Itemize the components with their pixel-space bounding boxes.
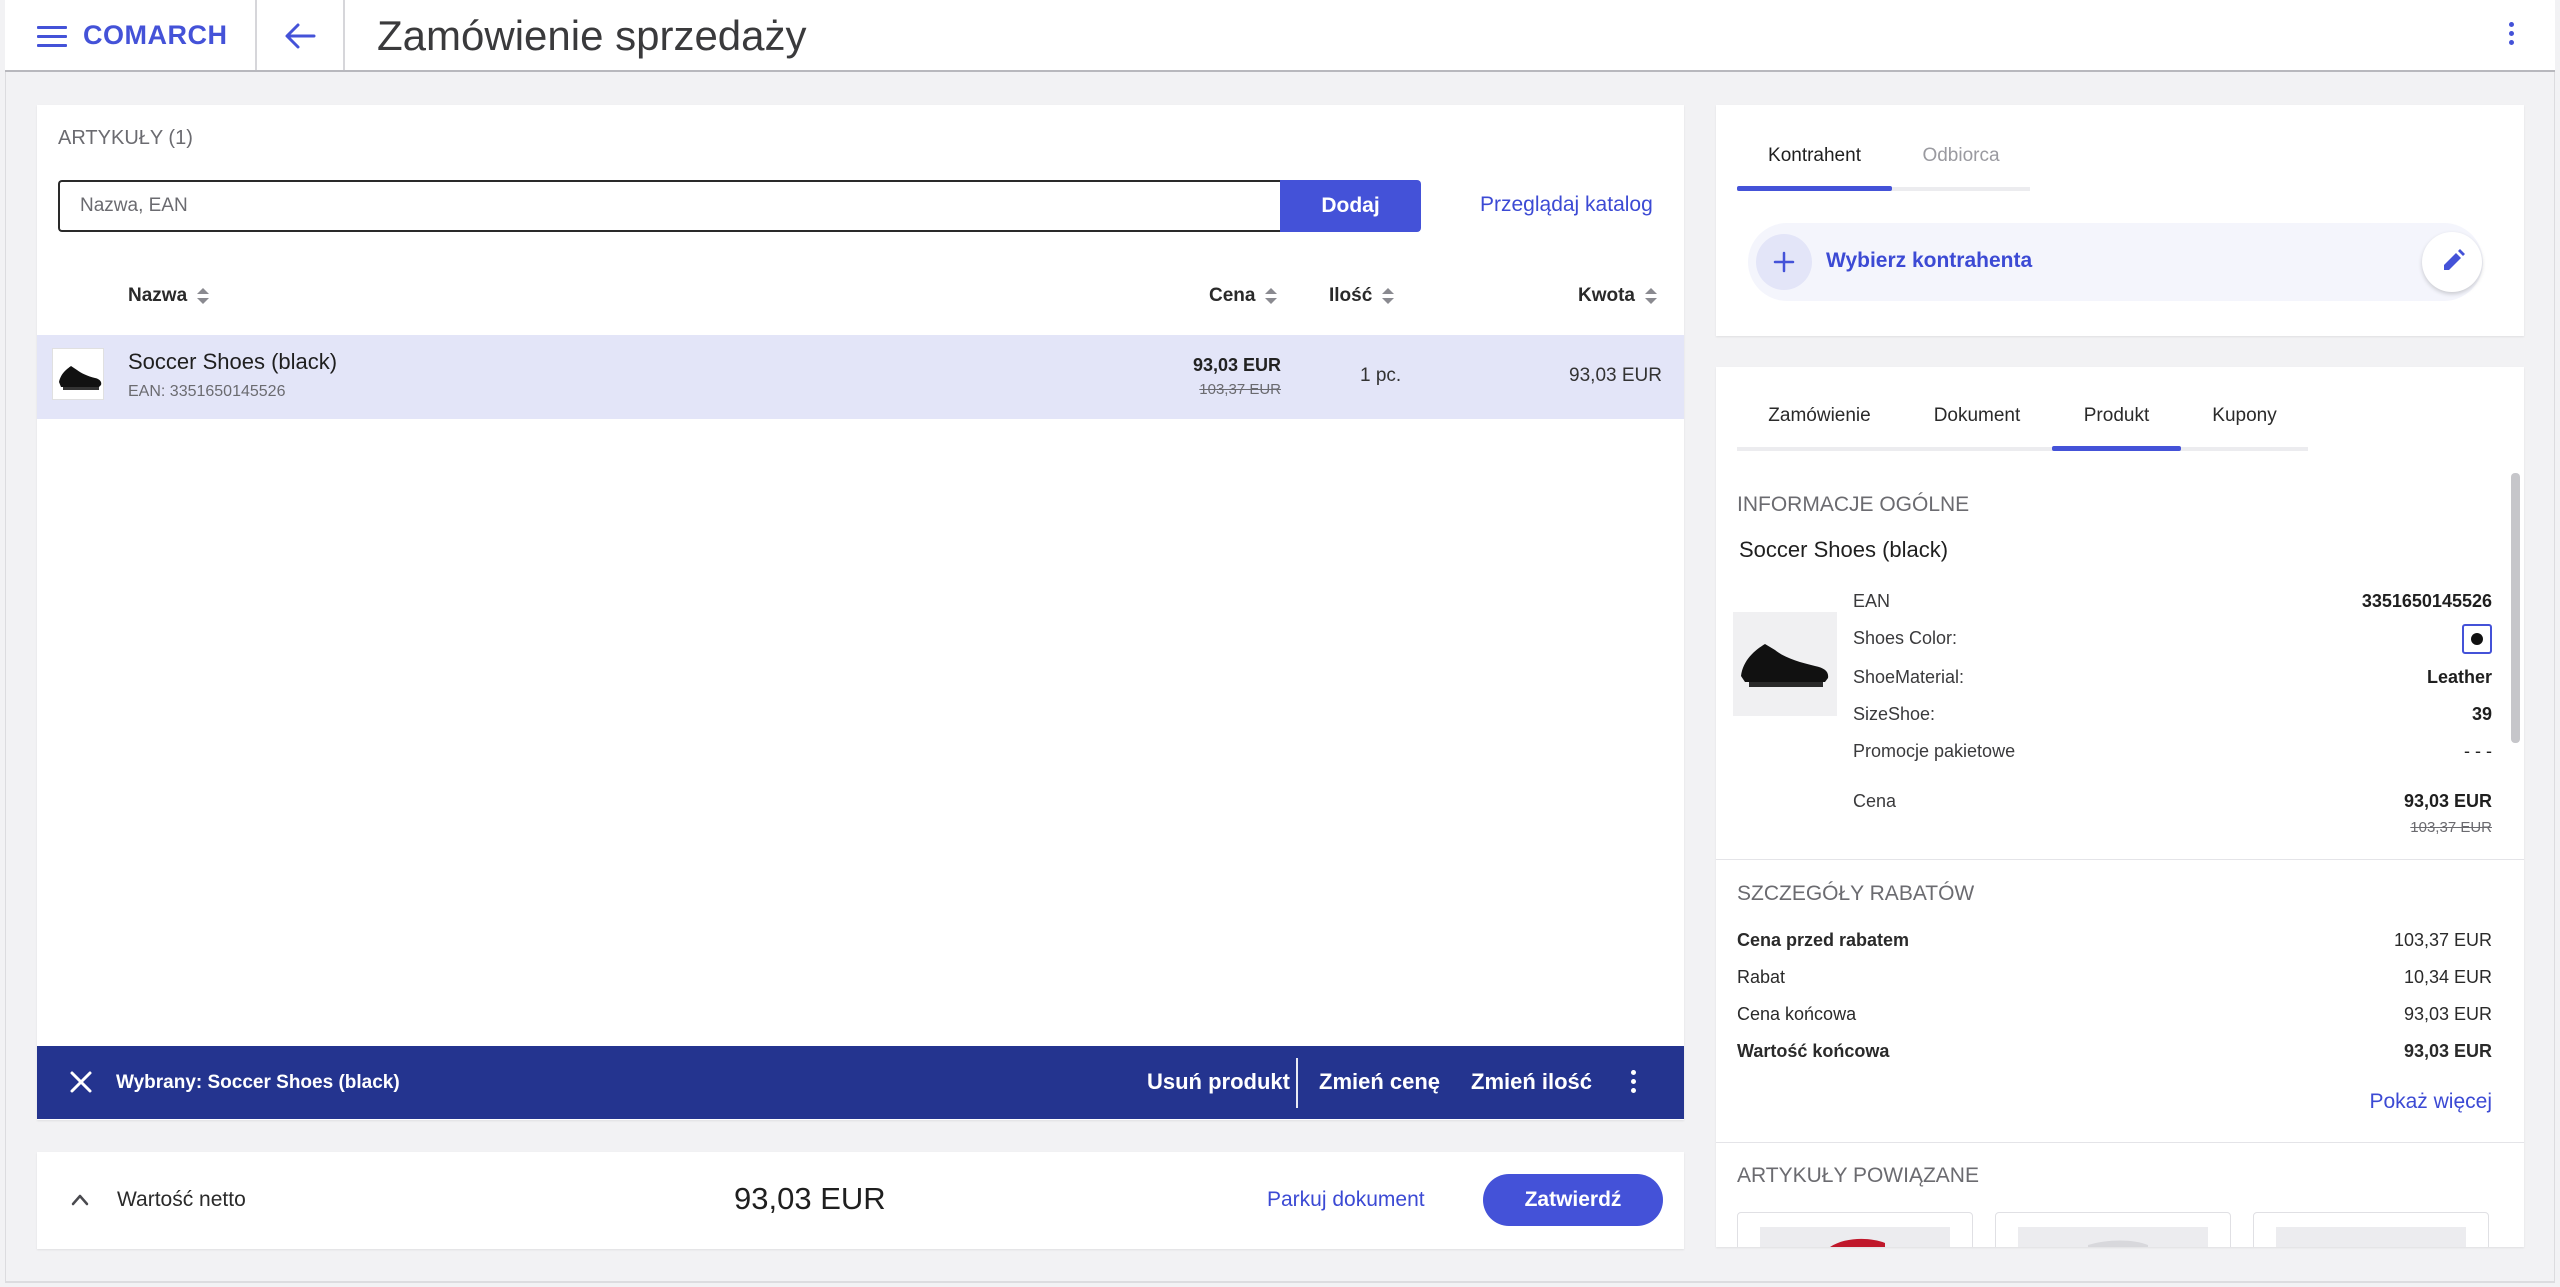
old-price-value: 103,37 EUR bbox=[2410, 819, 2492, 836]
discount-value: 93,03 EUR bbox=[2403, 1004, 2492, 1024]
comarch-logo: COMARCH bbox=[83, 20, 228, 50]
discount-value: 10,34 EUR bbox=[2403, 967, 2492, 987]
page-title: Zamówienie sprzedaży bbox=[377, 12, 807, 59]
net-value-label: Wartość netto bbox=[117, 1188, 246, 1211]
select-contractor[interactable]: Wybierz kontrahenta bbox=[1748, 223, 2483, 301]
attribute-label: SizeShoe: bbox=[1853, 704, 1936, 724]
edit-pencil-icon[interactable] bbox=[2422, 232, 2482, 292]
column-header-label: Nazwa bbox=[128, 285, 188, 306]
related-article-image bbox=[2276, 1227, 2466, 1247]
menu-icon[interactable] bbox=[37, 26, 67, 48]
product-amount: 93,03 EUR bbox=[1569, 365, 1662, 386]
action-divider bbox=[1296, 1058, 1298, 1108]
product-name: Soccer Shoes (black) bbox=[1739, 537, 1949, 562]
product-quantity: 1 pc. bbox=[1360, 365, 1402, 386]
back-arrow-icon[interactable] bbox=[280, 18, 320, 54]
tab-document[interactable]: Dokument bbox=[1902, 405, 2052, 427]
related-article-image bbox=[2018, 1227, 2208, 1247]
selected-item-label: Wybrany: Soccer Shoes (black) bbox=[116, 1072, 400, 1093]
product-thumbnail bbox=[52, 348, 104, 400]
product-price: 93,03 EUR bbox=[1192, 355, 1281, 375]
product-ean: EAN: 3351650145526 bbox=[128, 383, 286, 400]
discount-label: Wartość końcowa bbox=[1737, 1041, 1890, 1061]
plus-icon[interactable] bbox=[1756, 234, 1812, 290]
top-header: COMARCH Zamówienie sprzedaży bbox=[5, 0, 2555, 72]
tab-contractor[interactable]: Kontrahent bbox=[1737, 145, 1892, 167]
column-header-label: Ilość bbox=[1329, 285, 1373, 306]
column-header-qty[interactable]: Ilość bbox=[1329, 285, 1395, 307]
color-swatch[interactable] bbox=[2462, 624, 2492, 654]
confirm-button[interactable]: Zatwierdź bbox=[1483, 1174, 1663, 1226]
articles-panel: ARTYKUŁY (1) Dodaj Przeglądaj katalog Na… bbox=[37, 105, 1684, 1120]
related-article-card[interactable] bbox=[1995, 1212, 2231, 1247]
header-divider bbox=[255, 0, 257, 70]
related-article-image bbox=[1760, 1227, 1950, 1247]
summary-bar: Wartość netto 93,03 EUR Parkuj dokument … bbox=[37, 1152, 1684, 1249]
tab-product[interactable]: Produkt bbox=[2052, 405, 2181, 427]
tab-order[interactable]: Zamówienie bbox=[1737, 405, 1902, 427]
active-tab-indicator bbox=[2052, 446, 2181, 451]
discount-label: Rabat bbox=[1737, 967, 1786, 987]
article-search-input[interactable] bbox=[58, 180, 1280, 232]
more-options-icon[interactable] bbox=[2505, 22, 2517, 50]
more-actions-icon[interactable] bbox=[1627, 1070, 1639, 1098]
change-price-button[interactable]: Zmień cenę bbox=[1319, 1069, 1440, 1095]
column-header-label: Kwota bbox=[1578, 285, 1635, 306]
column-header-name[interactable]: Nazwa bbox=[128, 285, 210, 307]
section-divider bbox=[1716, 859, 2524, 860]
discount-details-title: SZCZEGÓŁY RABATÓW bbox=[1737, 882, 1975, 905]
remove-product-button[interactable]: Usuń produkt bbox=[1147, 1069, 1290, 1095]
net-value-amount: 93,03 EUR bbox=[734, 1181, 886, 1216]
column-header-amount[interactable]: Kwota bbox=[1578, 285, 1657, 307]
price-value: 93,03 EUR bbox=[2403, 791, 2492, 811]
articles-title: ARTYKUŁY (1) bbox=[58, 127, 193, 149]
bottom-border bbox=[5, 1282, 2555, 1283]
column-header-price[interactable]: Cena bbox=[1209, 285, 1278, 307]
discount-value: 103,37 EUR bbox=[2393, 930, 2492, 950]
header-divider bbox=[343, 0, 345, 70]
active-tab-indicator bbox=[1737, 186, 1892, 191]
related-articles-title: ARTYKUŁY POWIĄZANE bbox=[1737, 1164, 1979, 1187]
attribute-value: - - - bbox=[2464, 741, 2492, 761]
tab-track bbox=[1737, 447, 2308, 451]
attribute-value: Leather bbox=[2426, 667, 2492, 687]
show-more-link[interactable]: Pokaż więcej bbox=[2369, 1090, 2492, 1114]
change-quantity-button[interactable]: Zmień ilość bbox=[1471, 1069, 1592, 1095]
general-info-title: INFORMACJE OGÓLNE bbox=[1737, 493, 1970, 516]
product-image bbox=[1733, 612, 1837, 716]
scrollbar[interactable] bbox=[2511, 473, 2520, 743]
contractor-panel: Kontrahent Odbiorca Wybierz kontrahenta bbox=[1716, 105, 2524, 336]
sort-icon bbox=[197, 288, 210, 304]
sort-icon bbox=[1645, 288, 1657, 304]
section-divider bbox=[1716, 1142, 2524, 1143]
attribute-label: EAN bbox=[1853, 591, 1891, 611]
sort-icon bbox=[1382, 288, 1395, 304]
details-panel: Zamówienie Dokument Produkt Kupony INFOR… bbox=[1716, 367, 2524, 1247]
attribute-value: 39 bbox=[2471, 704, 2492, 724]
price-label: Cena bbox=[1853, 791, 1897, 811]
park-document-button[interactable]: Parkuj dokument bbox=[1267, 1188, 1425, 1212]
product-old-price: 103,37 EUR bbox=[1199, 381, 1281, 398]
related-article-card[interactable] bbox=[2253, 1212, 2489, 1247]
discount-value: 93,03 EUR bbox=[2403, 1041, 2492, 1061]
related-article-card[interactable] bbox=[1737, 1212, 1973, 1247]
sort-icon bbox=[1265, 288, 1278, 304]
selection-bar: Wybrany: Soccer Shoes (black) Usuń produ… bbox=[37, 1046, 1684, 1119]
select-contractor-label[interactable]: Wybierz kontrahenta bbox=[1826, 249, 2032, 273]
column-header-label: Cena bbox=[1209, 285, 1256, 306]
discount-label: Cena przed rabatem bbox=[1737, 930, 1910, 950]
chevron-up-icon[interactable] bbox=[70, 1190, 90, 1210]
close-icon[interactable] bbox=[69, 1070, 93, 1094]
discount-label: Cena końcowa bbox=[1737, 1004, 1857, 1024]
add-button[interactable]: Dodaj bbox=[1280, 180, 1421, 232]
tab-recipient[interactable]: Odbiorca bbox=[1892, 145, 2030, 167]
tab-coupons[interactable]: Kupony bbox=[2181, 405, 2308, 427]
browse-catalog-link[interactable]: Przeglądaj katalog bbox=[1480, 193, 1653, 217]
attribute-label: Promocje pakietowe bbox=[1853, 741, 2016, 761]
attribute-value: 3351650145526 bbox=[2361, 591, 2492, 611]
attribute-label: ShoeMaterial: bbox=[1853, 667, 1965, 687]
attribute-label: Shoes Color: bbox=[1853, 628, 1958, 648]
table-row[interactable]: Soccer Shoes (black) EAN: 3351650145526 … bbox=[37, 335, 1684, 419]
product-name: Soccer Shoes (black) bbox=[128, 349, 338, 374]
